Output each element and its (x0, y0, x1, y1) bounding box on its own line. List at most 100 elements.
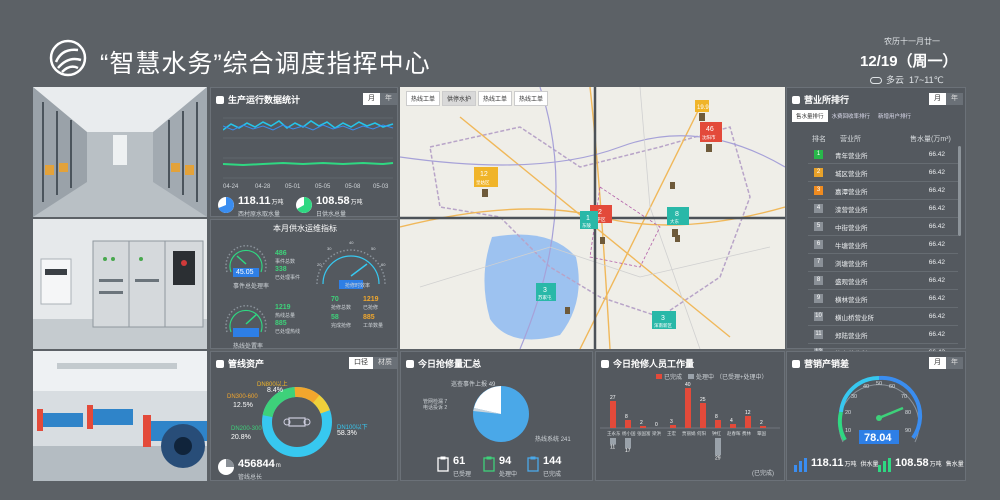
pipe-length-label: 管线总长 (238, 475, 263, 481)
toggle-month[interactable]: 月 (363, 93, 380, 105)
bar-doing (625, 438, 631, 449)
cctv-feed-1[interactable] (33, 87, 207, 217)
rank-badge: 10 (814, 312, 823, 321)
map-tab[interactable]: 热线工单 (406, 91, 441, 106)
events-total-label: 事件总数 (275, 259, 296, 265)
map-marker[interactable]: 3浑南新区 (652, 311, 676, 329)
ranking-row[interactable]: 7 浏塘营业所 66.42 (808, 254, 958, 272)
svg-text:20: 20 (317, 262, 322, 267)
toggle-year[interactable]: 年 (946, 93, 963, 105)
svg-text:50: 50 (371, 246, 376, 251)
bar-done (745, 416, 751, 428)
gauge-hotline-label: 热线处置率 (233, 344, 264, 350)
bar-done (760, 426, 766, 428)
staff-workload-panel: 今日抢修人员工作量 （已受理+处理中） 已完成 处理中 27 11 王永东 8 17 杨小… (595, 351, 785, 481)
ranking-row[interactable]: 6 牛塘营业所 66.42 (808, 236, 958, 254)
slice-value: 49 (488, 382, 496, 388)
marker-count: 12 (480, 171, 488, 178)
production-title-text: 生产运行数据统计 (228, 95, 301, 105)
bar-done-label: 2 (640, 420, 643, 426)
ranking-scrollbar[interactable] (958, 146, 961, 236)
rank-badge: 8 (814, 276, 823, 285)
ranking-row[interactable]: 4 滦营营业所 66.42 (808, 200, 958, 218)
gauge-tick: 60 (889, 384, 895, 390)
svg-text:30: 30 (327, 246, 332, 251)
gauge-tick: 80 (905, 410, 911, 416)
slice-value: 241 (560, 437, 571, 443)
work-orders-value: 885 (363, 314, 375, 321)
map-tabs: 热线工单 供停水护 热线工单 热线工单 (406, 91, 550, 106)
pipe-toggle: 口径 材质 (349, 357, 397, 369)
toggle-year[interactable]: 年 (380, 93, 397, 105)
supply-unit: 万吨 (350, 200, 363, 206)
gis-map[interactable]: 19.9 46 沈阳市 12 皇姑区 2 和平区 1 东陵 8 大东 3 苏家屯 3 浑南新区… (400, 87, 785, 349)
marker-count: 1 (586, 215, 590, 222)
toggle-month[interactable]: 月 (929, 93, 946, 105)
repair-title-text: 今日抢修量汇总 (418, 359, 482, 369)
pipe-length-number: 456844 (238, 458, 275, 470)
current-date: 12/19（周一） (860, 53, 958, 70)
header: “智慧水务”综合调度指挥中心 农历十一月廿一 12/19（周一） 多云 17~1… (0, 0, 1000, 86)
map-marker[interactable]: 1东陵 (580, 211, 598, 229)
completed-clipboard-icon (527, 456, 539, 472)
gauge-event-label: 事件总处理率 (233, 284, 270, 290)
office-name: 青年营业所 (835, 152, 868, 160)
office-value: 66.42 (928, 331, 945, 338)
accepted-clipboard-icon (437, 456, 449, 472)
ranking-row[interactable]: 9 横林营业所 66.42 (808, 290, 958, 308)
kpi-accepted-label: 已受理 (453, 472, 472, 478)
staff-name-label: 梁洪 (652, 430, 661, 437)
hotline-total-value: 1219 (275, 304, 291, 311)
hotline-done-label: 已处理热线 (275, 329, 301, 335)
map-marker[interactable]: 3苏家屯 (536, 283, 556, 301)
gauge-repair-label: 抢修时效率 (345, 283, 371, 289)
bar-doing-label: 17 (625, 448, 631, 454)
ranking-row[interactable]: 10 横山桥营业所 66.42 (808, 308, 958, 326)
production-toggle: 月 年 (363, 93, 397, 105)
ranking-tab[interactable]: 售水量排行 (792, 110, 828, 122)
bar-done-label: 27 (610, 395, 616, 401)
supply-value: 108.58万吨 (316, 195, 363, 207)
water-logo-icon (49, 39, 87, 77)
events-done-value: 338 (275, 266, 287, 273)
rank-badge: 2 (814, 168, 823, 177)
map-tab[interactable]: 供停水护 (442, 91, 477, 106)
cctv-feed-2[interactable] (33, 219, 207, 349)
events-done-label: 已处理事件 (275, 275, 301, 281)
ranking-row[interactable]: 2 城区营业所 66.42 (808, 164, 958, 182)
office-name: 盛观营业所 (835, 278, 868, 286)
ranking-tab[interactable]: 新增用户排行 (874, 110, 915, 122)
x-tick: 04-28 (255, 184, 271, 190)
slice-label-patrol: 巡查事件上报 49 (451, 379, 495, 388)
office-name: 郑陆营业所 (835, 332, 868, 340)
bar-done (700, 403, 706, 428)
rank-badge: 3 (814, 186, 823, 195)
temperature: 17~11℃ (909, 75, 944, 85)
toggle-material[interactable]: 材质 (373, 357, 397, 369)
toggle-year[interactable]: 年 (946, 357, 963, 369)
x-tick: 04-24 (223, 184, 239, 190)
people-icon (601, 360, 609, 368)
toggle-diameter[interactable]: 口径 (349, 357, 373, 369)
ranking-row[interactable]: 8 盛观营业所 66.42 (808, 272, 958, 290)
marker-count: 2 (598, 209, 602, 216)
ranking-row[interactable]: 1 青年营业所 66.42 (808, 146, 958, 164)
map-tab[interactable]: 热线工单 (514, 91, 549, 106)
gauge-icon (792, 360, 800, 368)
staff-bar-chart: 27 11 王永东 8 17 杨小国 2 张国富 0 梁洪 3 王宏 40 贾丽娟 25 何阳 8 29 钟红 4 赵春… (600, 382, 780, 461)
sales-gauge: 10 20 30 40 50 60 70 80 90 78.04 (837, 375, 923, 444)
office-name: 中街营业所 (835, 224, 868, 232)
work-orders-label: 工单数量 (363, 323, 384, 329)
ranking-row[interactable]: 5 中街营业所 66.42 (808, 218, 958, 236)
hotline-total-label: 热线总量 (275, 313, 296, 319)
cctv-feed-3[interactable] (33, 351, 207, 481)
gauge-event-value: 45.05 (236, 269, 254, 276)
map-tab[interactable]: 热线工单 (478, 91, 513, 106)
ranking-row[interactable]: 11 郑陆营业所 66.42 (808, 326, 958, 344)
staff-name-label: 钟红 (712, 430, 721, 437)
toggle-month[interactable]: 月 (929, 357, 946, 369)
rank-badge: 4 (814, 204, 823, 213)
ranking-tab[interactable]: 水费回收率排行 (828, 110, 875, 122)
ranking-row[interactable]: 3 嘉潭营业所 66.42 (808, 182, 958, 200)
sales-sold-label: 售水量 (945, 462, 964, 468)
